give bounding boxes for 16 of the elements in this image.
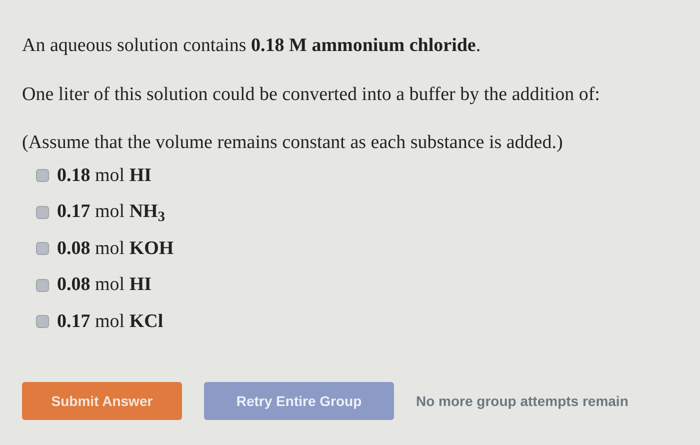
option-label: 0.08 mol HI (57, 273, 152, 297)
status-message: No more group attempts remain (416, 392, 628, 411)
checkbox[interactable] (36, 278, 49, 292)
question-prompt: One liter of this solution could be converted into a buffer by the addition of: (22, 82, 601, 106)
retry-button[interactable]: Retry Entire Group (204, 382, 394, 420)
checkbox[interactable] (36, 169, 49, 182)
checkbox[interactable] (36, 315, 49, 328)
option-label: 0.17 mol NH$_{3}$ (57, 200, 165, 226)
option-label: 0.18 mol HI (57, 164, 152, 188)
checkbox[interactable] (36, 206, 49, 219)
question-text: An aqueous solution contains 0.18 M ammonium chloride. (22, 34, 482, 58)
option-label: 0.08 mol KOH (57, 236, 174, 260)
submit-button[interactable]: Submit Answer (22, 382, 182, 420)
assumption-note: (Assume that the volume remains constant as each substance is added.) (22, 131, 564, 155)
option-label: 0.17 mol KCl (57, 310, 164, 334)
checkbox[interactable] (36, 242, 49, 256)
